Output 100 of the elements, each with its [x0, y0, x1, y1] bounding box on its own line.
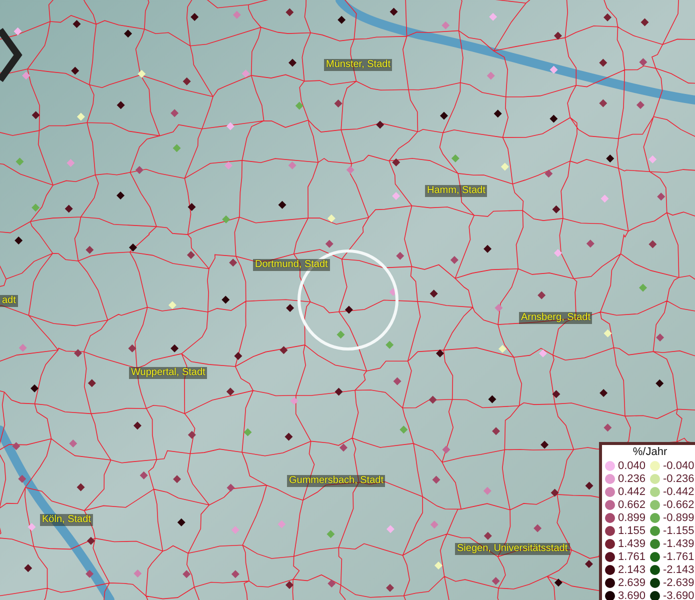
map-marker — [224, 161, 232, 170]
map-marker — [430, 520, 438, 529]
map-marker — [280, 346, 288, 354]
map-marker — [550, 488, 559, 497]
map-marker — [538, 291, 546, 300]
city-label: adt — [0, 295, 18, 307]
map-marker — [450, 256, 458, 264]
map-marker — [544, 170, 553, 178]
map-marker — [639, 284, 647, 292]
map-marker — [492, 576, 500, 585]
city-label: Siegen, Universitätsstadt — [455, 543, 570, 555]
map-marker — [552, 205, 560, 214]
map-marker — [69, 439, 78, 448]
map-marker — [584, 560, 593, 568]
map-marker — [278, 200, 286, 209]
map-marker — [188, 430, 196, 439]
map-marker — [128, 344, 136, 352]
map-marker — [222, 215, 230, 224]
map-marker — [182, 77, 191, 86]
legend-value: 3.690 — [618, 590, 647, 600]
map-marker — [172, 144, 181, 152]
map-marker — [18, 344, 27, 352]
map-marker — [88, 379, 96, 388]
city-label: Köln, Stadt — [40, 514, 93, 526]
map-marker — [390, 8, 398, 16]
map-marker — [340, 444, 348, 452]
map-marker — [442, 446, 450, 454]
legend-value: 1.439 — [618, 538, 647, 550]
map-marker — [440, 112, 448, 120]
map-marker — [74, 349, 82, 358]
map-marker — [170, 109, 179, 118]
map-marker — [500, 162, 509, 171]
map-marker — [186, 251, 195, 259]
map-marker — [436, 349, 444, 358]
map-marker — [656, 334, 664, 342]
map-marker — [325, 240, 334, 248]
map-marker — [22, 72, 30, 80]
map-marker — [585, 482, 594, 490]
map-marker — [242, 70, 250, 78]
map-marker — [32, 111, 40, 120]
legend-value: 0.236 — [618, 472, 647, 484]
map-marker — [86, 536, 95, 545]
legend-title: %/Jahr — [632, 446, 668, 458]
map-marker — [124, 30, 132, 38]
legend-value: 0.040 — [618, 460, 647, 472]
map-marker — [140, 471, 148, 480]
map-marker — [656, 379, 664, 388]
map-marker — [286, 304, 294, 312]
map-marker — [600, 194, 609, 203]
map-marker — [232, 10, 241, 19]
map-marker — [498, 344, 507, 353]
legend-value: 0.662 — [618, 498, 647, 510]
map-marker — [12, 442, 20, 450]
map-marker — [393, 377, 402, 386]
map-marker — [116, 192, 125, 200]
map-marker — [72, 20, 81, 28]
map-marker — [486, 72, 495, 80]
legend-value: -1.439 — [663, 538, 695, 550]
legend-value: 1.155 — [618, 524, 647, 536]
map-marker — [484, 244, 492, 253]
map-marker — [648, 240, 657, 248]
map-marker — [76, 112, 85, 121]
map-marker — [492, 427, 500, 436]
legend-value: 2.639 — [618, 576, 647, 588]
city-label: Arnsberg, Stadt — [519, 312, 592, 324]
map-marker — [182, 570, 191, 578]
map-marker — [71, 66, 80, 75]
map-marker — [284, 432, 293, 441]
map-marker — [16, 158, 24, 166]
city-label: Hamm, Stadt — [425, 185, 488, 197]
legend-value: -1.155 — [663, 524, 695, 536]
map-marker — [14, 236, 23, 245]
map-marker — [168, 301, 176, 310]
map-marker — [226, 122, 234, 130]
map-marker — [494, 110, 502, 118]
map-marker — [554, 32, 562, 40]
map-marker — [14, 27, 22, 36]
map-marker — [234, 352, 242, 360]
map-marker — [278, 520, 286, 528]
map-marker — [76, 483, 85, 492]
legend-value: -0.662 — [663, 498, 695, 510]
map-marker — [116, 101, 125, 110]
map-marker — [290, 396, 298, 405]
map-marker — [396, 252, 404, 260]
map-marker — [586, 240, 594, 248]
map-marker — [226, 484, 235, 492]
legend-value: 0.899 — [618, 512, 647, 524]
map-marker — [386, 584, 394, 592]
map-marker — [86, 570, 94, 578]
map-marker — [604, 424, 612, 432]
map-marker — [327, 214, 336, 222]
map-marker — [177, 518, 186, 526]
map-marker — [442, 21, 450, 30]
legend-value: -0.442 — [663, 486, 695, 498]
map-marker — [636, 100, 644, 109]
city-label: Wuppertal, Stadt — [129, 367, 208, 379]
map-marker — [288, 58, 297, 67]
map-marker — [432, 476, 440, 484]
map-marker — [188, 203, 196, 211]
map-marker — [64, 204, 73, 213]
